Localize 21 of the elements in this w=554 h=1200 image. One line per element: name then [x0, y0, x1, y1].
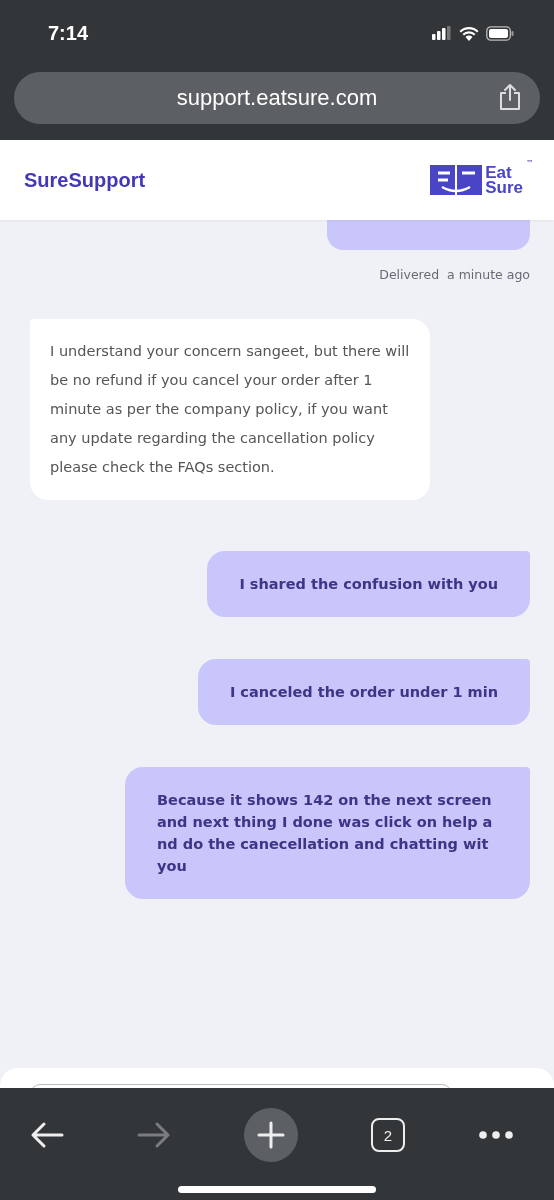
address-bar[interactable]: support.eatsure.com — [14, 72, 540, 124]
logo-text: Eat — [485, 165, 512, 180]
delivery-status: Delivered a minute ago — [379, 267, 530, 282]
agent-message: I understand your concern sangeet, but there will be no refund if you cancel your order after 1 minute as per the company policy, if you want any update regarding the cancellation policy please check the FAQs section. — [30, 319, 430, 500]
tab-count-button[interactable]: 2 — [371, 1118, 405, 1152]
share-icon[interactable] — [498, 83, 522, 111]
more-icon[interactable] — [478, 1130, 514, 1140]
user-message: I canceled the order under 1 min — [197, 659, 530, 725]
user-message: Because it shows 142 on the next screen and next thing I done was click on help and do the canecellation and chatting wit you — [125, 767, 530, 899]
wifi-icon — [459, 25, 479, 41]
plus-icon — [257, 1121, 285, 1149]
signal-icon — [432, 26, 452, 40]
back-icon[interactable] — [30, 1121, 64, 1149]
status-time: 7:14 — [48, 21, 89, 45]
page-title: SureSupport — [24, 168, 146, 192]
new-tab-button[interactable] — [244, 1108, 298, 1162]
battery-icon — [486, 25, 514, 41]
logo-mark-icon — [430, 165, 483, 195]
logo-text: Sure — [485, 180, 523, 195]
trademark-mark: ™ — [526, 159, 534, 168]
user-message: I shared the confusion with you — [207, 551, 530, 617]
